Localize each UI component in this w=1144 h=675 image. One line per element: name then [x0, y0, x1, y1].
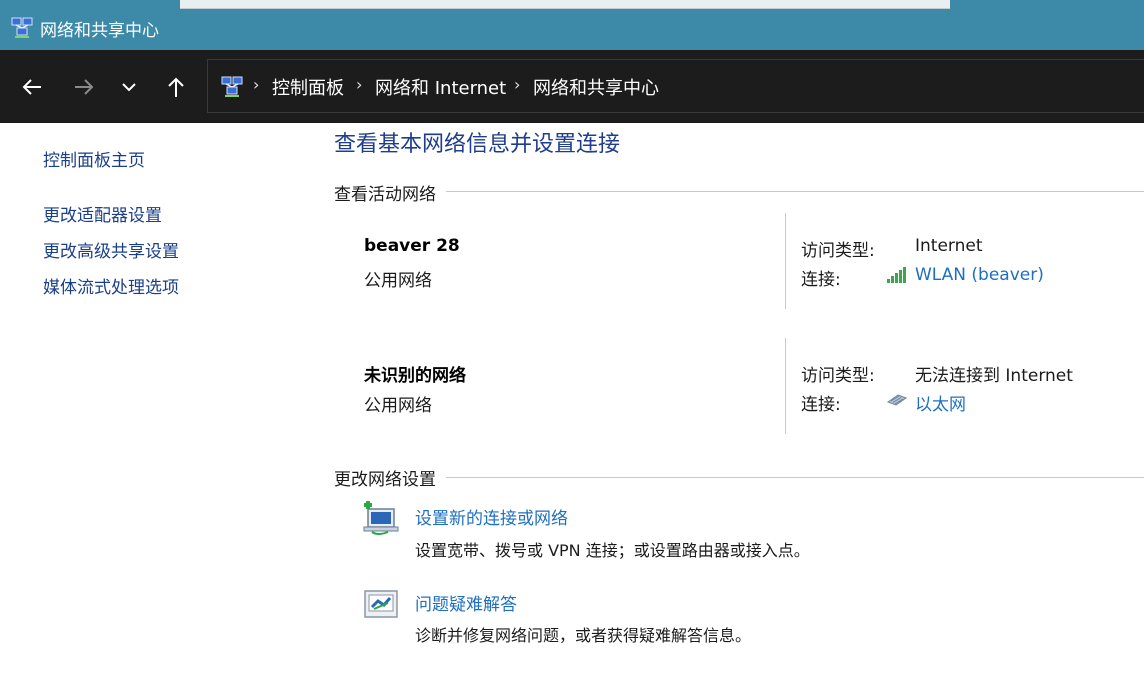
- troubleshoot-description: 诊断并修复网络问题，或者获得疑难解答信息。: [415, 626, 752, 645]
- network-divider: [785, 213, 786, 309]
- sidebar-item-advanced-sharing[interactable]: 更改高级共享设置: [43, 237, 179, 262]
- access-type-value: 无法连接到 Internet: [915, 366, 1073, 386]
- forward-button[interactable]: [69, 72, 99, 102]
- setup-new-connection-description: 设置宽带、拨号或 VPN 连接；或设置路由器或接入点。: [415, 541, 810, 560]
- active-networks-title: 查看活动网络: [334, 180, 446, 205]
- access-type-label: 访问类型:: [801, 241, 875, 261]
- wlan-connection-link[interactable]: WLAN (beaver): [915, 265, 1044, 285]
- background-window-edge: [180, 0, 950, 9]
- chevron-down-icon: [120, 78, 138, 96]
- sidebar-item-media-streaming[interactable]: 媒体流式处理选项: [43, 273, 179, 298]
- recent-locations-button[interactable]: [114, 72, 144, 102]
- address-bar[interactable]: › 控制面板 › 网络和 Internet › 网络和共享中心: [207, 59, 1144, 113]
- back-button[interactable]: [17, 72, 47, 102]
- network-center-icon: [10, 15, 34, 39]
- wifi-signal-icon: [886, 266, 908, 288]
- breadcrumb-separator: ›: [356, 75, 363, 94]
- network-name: beaver 28: [364, 236, 460, 256]
- up-arrow-icon: [165, 76, 187, 98]
- ethernet-connection-link[interactable]: 以太网: [915, 390, 966, 415]
- access-type-label: 访问类型:: [801, 366, 875, 386]
- network-center-icon: [220, 74, 244, 98]
- navigation-toolbar: › 控制面板 › 网络和 Internet › 网络和共享中心: [0, 50, 1144, 123]
- troubleshoot-icon: [362, 589, 400, 625]
- breadcrumb-separator: ›: [514, 75, 521, 94]
- connection-label: 连接:: [801, 395, 841, 415]
- network-type-link[interactable]: 公用网络: [364, 266, 432, 291]
- breadcrumb-network-internet[interactable]: 网络和 Internet: [375, 74, 506, 100]
- breadcrumb-control-panel[interactable]: 控制面板: [272, 74, 344, 100]
- network-name: 未识别的网络: [364, 366, 466, 386]
- title-bar: 网络和共享中心: [0, 0, 1144, 50]
- access-type-value: Internet: [915, 236, 983, 256]
- breadcrumb-network-sharing-center[interactable]: 网络和共享中心: [533, 74, 659, 100]
- ethernet-icon: [886, 392, 908, 412]
- back-arrow-icon: [21, 76, 43, 98]
- window-title: 网络和共享中心: [40, 21, 159, 41]
- up-button[interactable]: [161, 72, 191, 102]
- section-divider: [334, 477, 1144, 478]
- network-divider: [785, 338, 786, 434]
- section-divider: [334, 191, 1144, 192]
- sidebar-item-adapter-settings[interactable]: 更改适配器设置: [43, 201, 162, 226]
- network-type-link[interactable]: 公用网络: [364, 391, 432, 416]
- sidebar-item-control-panel-home[interactable]: 控制面板主页: [43, 146, 145, 171]
- page-title: 查看基本网络信息并设置连接: [334, 132, 621, 157]
- connection-label: 连接:: [801, 270, 841, 290]
- change-settings-title: 更改网络设置: [334, 465, 446, 490]
- forward-arrow-icon: [73, 76, 95, 98]
- troubleshoot-link[interactable]: 问题疑难解答: [415, 590, 517, 615]
- setup-new-connection-link[interactable]: 设置新的连接或网络: [415, 504, 568, 529]
- new-connection-icon: [362, 501, 400, 541]
- breadcrumb-separator: ›: [253, 75, 260, 94]
